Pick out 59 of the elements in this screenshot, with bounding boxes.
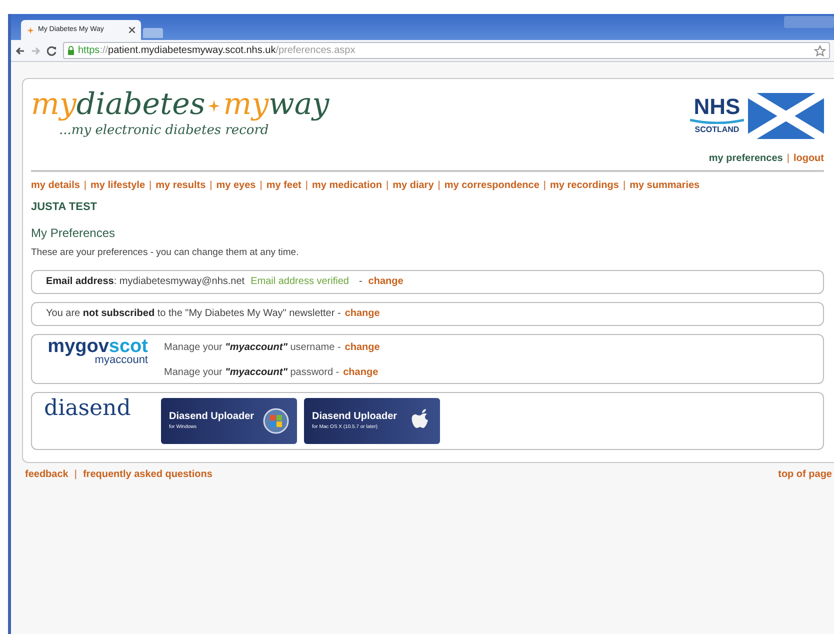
nav-separator: | — [260, 179, 262, 193]
site-tagline: ...my electronic diabetes record — [58, 122, 270, 140]
address-bar[interactable]: https://patient.mydiabetesmyway.scot.nhs.uk/preferences.aspx — [63, 42, 830, 59]
nav-link[interactable]: my results — [156, 178, 206, 193]
page-heading: My Preferences — [31, 224, 116, 242]
nhs-region-text: SCOTLAND — [694, 124, 740, 136]
newsletter-text: You are not subscribed to the "My Diabetes My Way" newsletter - — [46, 307, 341, 322]
footer-link[interactable]: feedback — [25, 467, 68, 482]
nav-separator: | — [149, 179, 152, 193]
nav-separator: | — [622, 179, 626, 193]
verified-status: Email address verified — [250, 275, 349, 290]
header-link[interactable]: my preferences — [708, 151, 783, 166]
user-name: JUSTA TEST — [31, 200, 98, 215]
header-link[interactable]: logout — [793, 151, 824, 166]
nav-link[interactable]: my recordings — [550, 178, 619, 193]
change-link[interactable]: change — [344, 306, 380, 322]
nav-separator: | — [305, 179, 308, 193]
bookmark-star-icon[interactable] — [814, 44, 826, 56]
forward-arrow-icon[interactable] — [31, 46, 41, 56]
mygovscot-logo-text: mygovscot — [48, 338, 148, 355]
diasend-logo-text: diasend — [44, 396, 131, 421]
url-text: https://patient.mydiabetesmyway.scot.nhs.uk/preferences.aspx — [78, 44, 356, 58]
account-setting-text: Manage your "myaccount" username - — [164, 340, 341, 355]
nhs-logo-text: NHS — [694, 96, 740, 118]
email-text: Email address: mydiabetesmyway@nhs.net — [46, 275, 245, 290]
myaccount-logo-text: myaccount — [94, 354, 148, 366]
windows-logo-icon — [263, 408, 289, 434]
nav-separator: | — [438, 179, 440, 193]
nav-separator: | — [84, 179, 87, 193]
nav-separator: | — [210, 179, 212, 193]
intro-text: These are your preferences - you can change them at any time. — [31, 246, 300, 260]
footer-link[interactable]: frequently asked questions — [82, 467, 212, 482]
padlock-icon — [67, 46, 75, 55]
footer-separator: | — [74, 468, 77, 482]
account-setting-text: Manage your "myaccount" password - — [164, 366, 340, 380]
link-separator: | — [786, 152, 790, 166]
nav-link[interactable]: my lifestyle — [90, 178, 146, 193]
wave-icon — [690, 118, 744, 124]
change-link[interactable]: change — [344, 340, 380, 355]
nav-separator: | — [543, 179, 546, 193]
change-link[interactable]: change — [368, 274, 404, 290]
nav-separator: | — [386, 179, 389, 193]
nav-link[interactable]: my details — [31, 178, 80, 193]
top-of-page-link[interactable]: top of page — [778, 467, 832, 482]
saltire-flag-icon — [748, 93, 824, 139]
nav-link[interactable]: my diary — [392, 178, 434, 193]
change-link[interactable]: change — [343, 364, 378, 380]
star-icon — [208, 100, 220, 112]
nav-link[interactable]: my medication — [312, 178, 382, 193]
close-icon[interactable] — [129, 27, 135, 33]
back-arrow-icon[interactable] — [15, 46, 25, 56]
favicon-star-icon — [27, 26, 34, 34]
reload-icon[interactable] — [47, 46, 57, 56]
nav-link[interactable]: my feet — [266, 178, 302, 193]
dash-text: - — [358, 275, 362, 290]
nav-link[interactable]: my correspondence — [444, 178, 540, 193]
nav-link[interactable]: my summaries — [630, 178, 700, 193]
nav-link[interactable]: my eyes — [216, 178, 256, 193]
site-logo-text: mydiabetes myway — [31, 89, 330, 121]
